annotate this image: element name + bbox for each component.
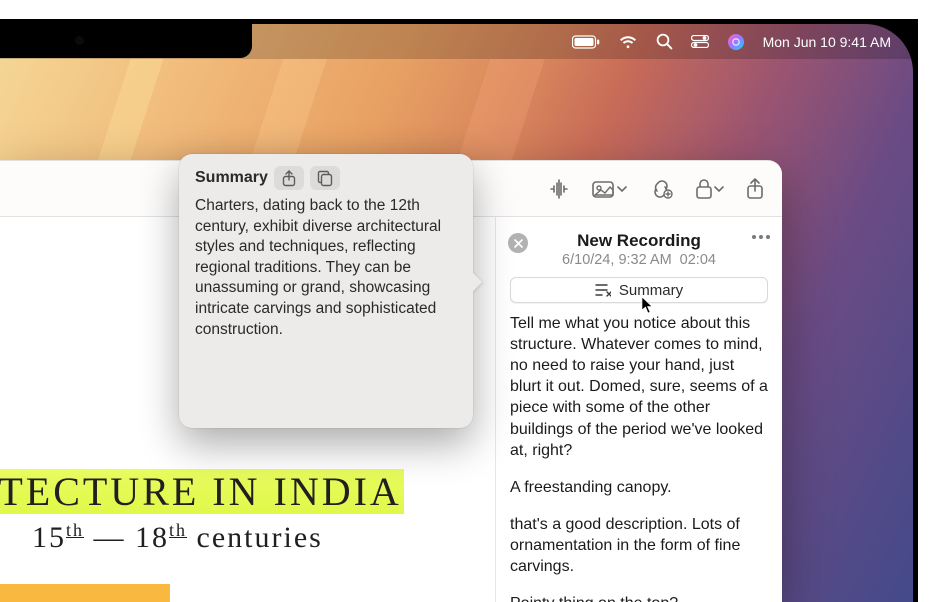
summary-button[interactable]: Summary bbox=[510, 277, 768, 303]
transcript-pane: New Recording 6/10/24, 9:32 AM02:04 Summ… bbox=[495, 217, 782, 602]
popover-copy-button[interactable] bbox=[310, 166, 340, 190]
transcript-line: A freestanding canopy. bbox=[510, 477, 768, 498]
desktop: Mon Jun 10 9:41 AM bbox=[0, 24, 913, 602]
popover-body: Charters, dating back to the 12th centur… bbox=[195, 196, 457, 340]
close-button[interactable] bbox=[508, 233, 528, 253]
highlight-orange bbox=[0, 584, 170, 602]
transcript: Tell me what you notice about this struc… bbox=[510, 313, 768, 602]
menubar-datetime[interactable]: Mon Jun 10 9:41 AM bbox=[763, 34, 891, 50]
handwriting-line-2: 15th — 18th centuries bbox=[32, 520, 404, 555]
summary-popover: Summary Charters, dating back to the 12t… bbox=[179, 154, 473, 428]
popover-share-button[interactable] bbox=[274, 166, 304, 190]
media-button[interactable] bbox=[592, 179, 627, 199]
recording-meta: 6/10/24, 9:32 AM02:04 bbox=[510, 252, 768, 268]
chevron-down-icon bbox=[617, 184, 627, 194]
siri-icon[interactable] bbox=[727, 33, 745, 51]
device-bezel: Mon Jun 10 9:41 AM bbox=[0, 19, 918, 602]
transcript-line: Tell me what you notice about this struc… bbox=[510, 313, 768, 461]
share-button[interactable] bbox=[746, 178, 764, 200]
transcript-line: that's a good description. Lots of ornam… bbox=[510, 514, 768, 577]
transcript-line: Pointy thing on the top? bbox=[510, 593, 768, 602]
chevron-down-icon bbox=[714, 184, 724, 194]
recording-title: New Recording bbox=[577, 231, 701, 251]
more-button[interactable] bbox=[752, 235, 770, 239]
cursor-icon bbox=[641, 296, 655, 314]
wifi-icon[interactable] bbox=[618, 35, 638, 49]
spotlight-icon[interactable] bbox=[656, 33, 673, 50]
handwriting-block: ITECTURE IN INDIA 15th — 18th centuries bbox=[0, 470, 404, 555]
lock-button[interactable] bbox=[695, 178, 724, 200]
notch bbox=[0, 24, 252, 58]
battery-icon[interactable] bbox=[572, 35, 600, 49]
handwriting-line-1: ITECTURE IN INDIA bbox=[0, 469, 404, 514]
audio-button[interactable] bbox=[548, 179, 570, 199]
control-center-icon[interactable] bbox=[691, 35, 709, 48]
popover-title: Summary bbox=[195, 169, 268, 187]
link-button[interactable] bbox=[649, 178, 673, 200]
app-window: ITECTURE IN INDIA 15th — 18th centuries … bbox=[0, 160, 782, 602]
summary-icon bbox=[595, 283, 611, 297]
